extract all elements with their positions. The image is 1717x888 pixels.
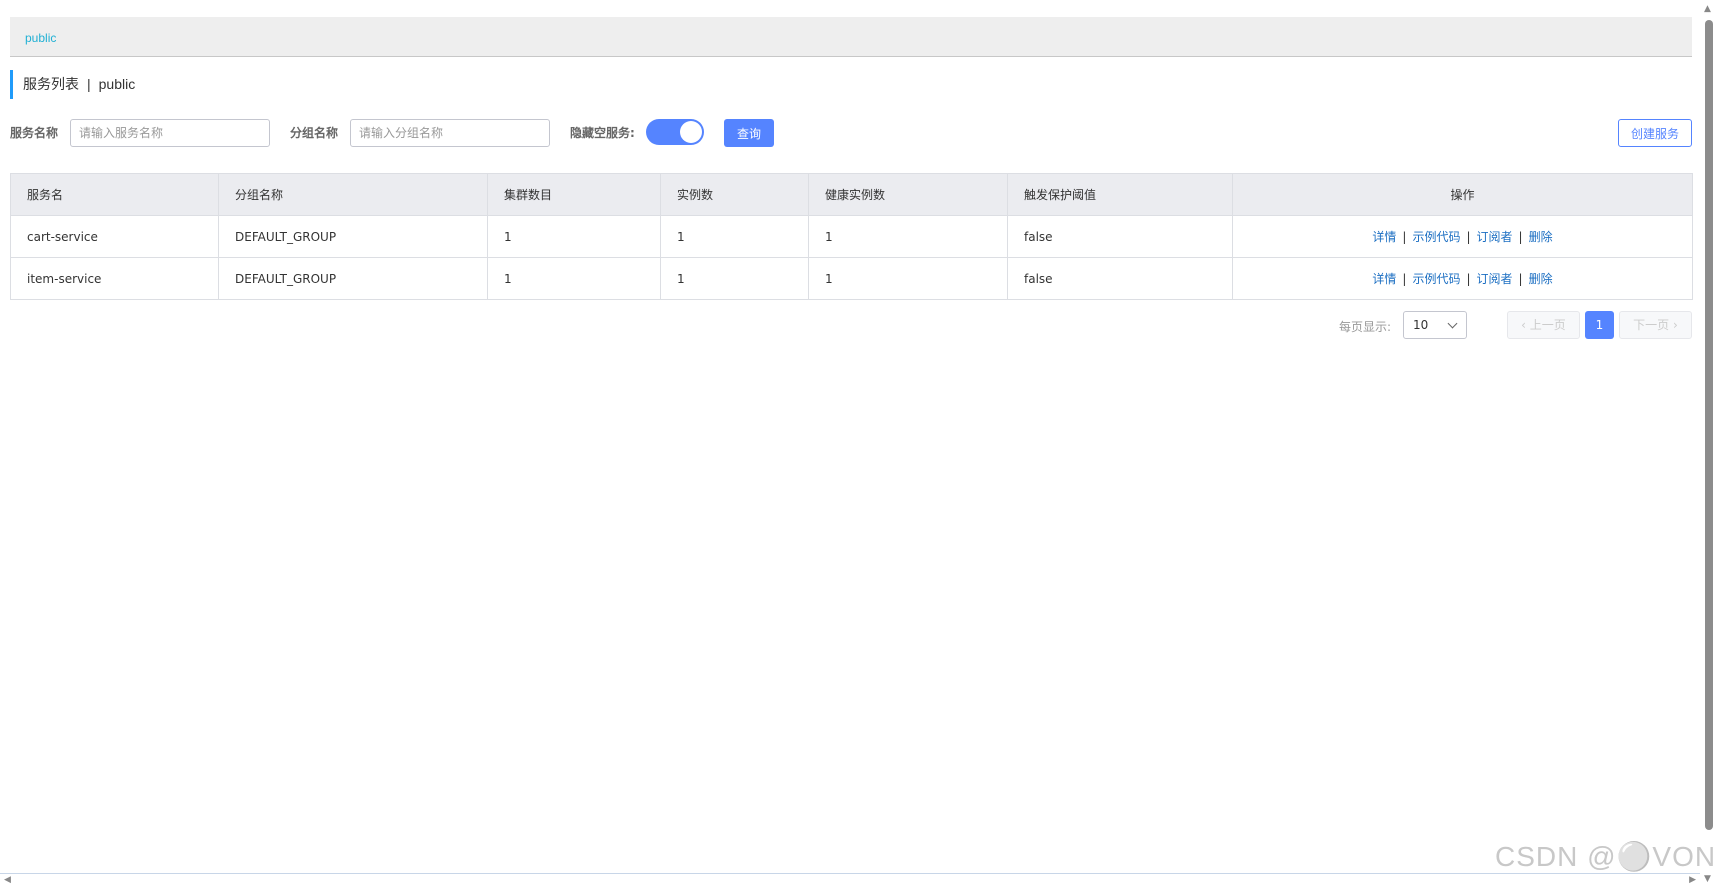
cell-healthy-count: 1 xyxy=(808,257,1008,300)
detail-link[interactable]: 详情 xyxy=(1372,230,1396,244)
service-table: 服务名 分组名称 集群数目 实例数 健康实例数 触发保护阈值 操作 cart-s… xyxy=(10,173,1693,300)
watermark: CSDN @⚪VON xyxy=(1495,841,1717,872)
col-header-group-name[interactable]: 分组名称 xyxy=(218,173,488,216)
prev-page-label: 上一页 xyxy=(1529,318,1566,332)
scroll-left-arrow-icon[interactable]: ◀ xyxy=(4,875,11,885)
group-name-label: 分组名称 xyxy=(290,126,339,140)
cell-operations: 详情 | 示例代码 | 订阅者 | 删除 xyxy=(1232,257,1693,300)
scroll-right-arrow-icon[interactable]: ▶ xyxy=(1689,875,1696,885)
create-service-button[interactable]: 创建服务 xyxy=(1618,119,1692,147)
op-separator: | xyxy=(1518,272,1523,286)
col-header-operations: 操作 xyxy=(1232,173,1693,216)
vertical-scroll-thumb[interactable] xyxy=(1705,20,1713,830)
hide-empty-toggle[interactable] xyxy=(646,119,704,145)
table-header-row: 服务名 分组名称 集群数目 实例数 健康实例数 触发保护阈值 操作 xyxy=(10,173,1693,216)
vertical-scrollbar[interactable]: ▲ ▼ xyxy=(1700,0,1717,888)
op-separator: | xyxy=(1466,230,1471,244)
sample-code-link[interactable]: 示例代码 xyxy=(1412,272,1460,286)
col-header-healthy-count[interactable]: 健康实例数 xyxy=(808,173,1008,216)
horizontal-scrollbar[interactable]: ◀ ▶ xyxy=(0,873,1700,888)
cell-service-name: item-service xyxy=(10,257,219,300)
hide-empty-label: 隐藏空服务: xyxy=(570,126,635,140)
cell-instance-count: 1 xyxy=(660,257,809,300)
col-header-service-name[interactable]: 服务名 xyxy=(10,173,219,216)
page-1-button[interactable]: 1 xyxy=(1585,311,1614,339)
cell-cluster-count: 1 xyxy=(487,215,661,258)
scroll-down-arrow-icon[interactable]: ▼ xyxy=(1704,874,1711,884)
chevron-left-icon: ‹ xyxy=(1521,318,1530,332)
page-size-select[interactable]: 10 xyxy=(1403,311,1467,339)
group-name-input[interactable] xyxy=(350,119,550,147)
next-page-label: 下一页 xyxy=(1633,318,1670,332)
next-page-button[interactable]: 下一页 › xyxy=(1619,311,1692,339)
page-title: 服务列表 | public xyxy=(10,70,135,99)
table-row: cart-service DEFAULT_GROUP 1 1 1 false 详… xyxy=(10,215,1693,258)
col-header-instance-count[interactable]: 实例数 xyxy=(660,173,809,216)
op-separator: | xyxy=(1518,230,1523,244)
op-separator: | xyxy=(1402,272,1407,286)
namespace-tab-public[interactable]: public xyxy=(25,31,56,45)
subscribers-link[interactable]: 订阅者 xyxy=(1477,272,1513,286)
cell-threshold: false xyxy=(1007,215,1233,258)
service-name-input[interactable] xyxy=(70,119,270,147)
detail-link[interactable]: 详情 xyxy=(1372,272,1396,286)
subscribers-link[interactable]: 订阅者 xyxy=(1477,230,1513,244)
scroll-up-arrow-icon[interactable]: ▲ xyxy=(1704,4,1711,14)
cell-healthy-count: 1 xyxy=(808,215,1008,258)
page-size-label: 每页显示: xyxy=(1339,320,1392,334)
table-row: item-service DEFAULT_GROUP 1 1 1 false 详… xyxy=(10,257,1693,300)
query-button[interactable]: 查询 xyxy=(724,119,774,147)
namespace-bar: public xyxy=(10,17,1692,57)
col-header-cluster-count[interactable]: 集群数目 xyxy=(487,173,661,216)
cell-threshold: false xyxy=(1007,257,1233,300)
cell-service-name: cart-service xyxy=(10,215,219,258)
cell-group-name: DEFAULT_GROUP xyxy=(218,215,488,258)
cell-cluster-count: 1 xyxy=(487,257,661,300)
service-name-label: 服务名称 xyxy=(10,126,59,140)
chevron-down-icon xyxy=(1447,318,1458,329)
chevron-right-icon: › xyxy=(1669,318,1678,332)
cell-operations: 详情 | 示例代码 | 订阅者 | 删除 xyxy=(1232,215,1693,258)
toggle-knob xyxy=(680,121,702,143)
page-title-namespace: public xyxy=(98,76,136,92)
page-title-separator: | xyxy=(87,76,91,92)
page-size-value: 10 xyxy=(1413,318,1429,332)
cell-group-name: DEFAULT_GROUP xyxy=(218,257,488,300)
page-title-main: 服务列表 xyxy=(23,76,79,92)
col-header-threshold[interactable]: 触发保护阈值 xyxy=(1007,173,1233,216)
op-separator: | xyxy=(1402,230,1407,244)
cell-instance-count: 1 xyxy=(660,215,809,258)
op-separator: | xyxy=(1466,272,1471,286)
delete-link[interactable]: 删除 xyxy=(1529,272,1553,286)
prev-page-button[interactable]: ‹ 上一页 xyxy=(1507,311,1580,339)
delete-link[interactable]: 删除 xyxy=(1529,230,1553,244)
sample-code-link[interactable]: 示例代码 xyxy=(1412,230,1460,244)
